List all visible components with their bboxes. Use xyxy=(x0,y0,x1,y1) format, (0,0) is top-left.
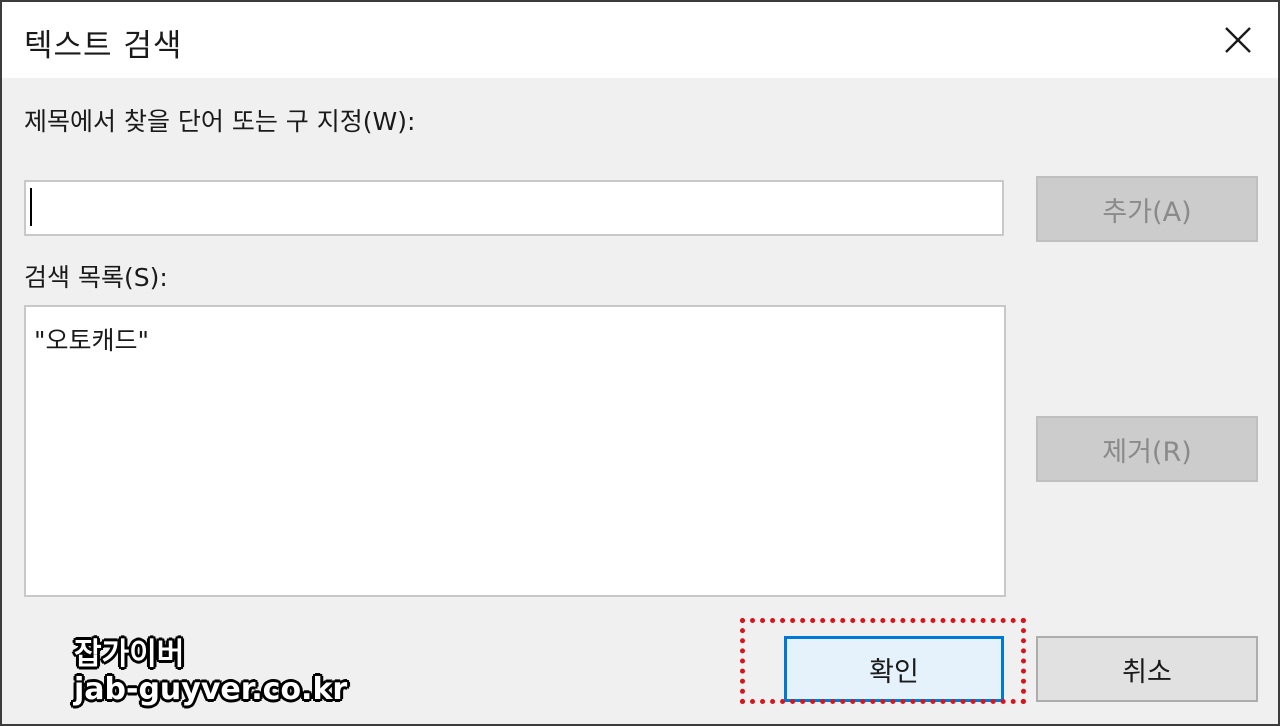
list-item[interactable]: "오토캐드" xyxy=(34,321,149,357)
watermark-url: jab-guyver.co.kr xyxy=(74,671,348,707)
dialog-title: 텍스트 검색 xyxy=(24,28,183,64)
text-search-dialog: 텍스트 검색 제목에서 찾을 단어 또는 구 지정(W): 추가(A) 검색 목… xyxy=(0,0,1280,726)
title-bar: 텍스트 검색 xyxy=(2,2,1278,78)
cancel-button[interactable]: 취소 xyxy=(1036,636,1258,702)
close-icon xyxy=(1225,27,1251,53)
watermark: 잡가이버 jab-guyver.co.kr xyxy=(74,637,348,707)
ok-highlight-annotation xyxy=(740,618,1026,704)
search-word-input[interactable] xyxy=(24,180,1004,236)
remove-button[interactable]: 제거(R) xyxy=(1036,416,1258,482)
text-caret xyxy=(30,188,32,226)
search-list-label: 검색 목록(S): xyxy=(24,263,168,292)
close-button[interactable] xyxy=(1208,10,1268,70)
add-button[interactable]: 추가(A) xyxy=(1036,176,1258,242)
watermark-name: 잡가이버 xyxy=(74,637,185,672)
search-list[interactable]: "오토캐드" xyxy=(24,305,1006,597)
word-prompt-label: 제목에서 찾을 단어 또는 구 지정(W): xyxy=(24,107,416,136)
